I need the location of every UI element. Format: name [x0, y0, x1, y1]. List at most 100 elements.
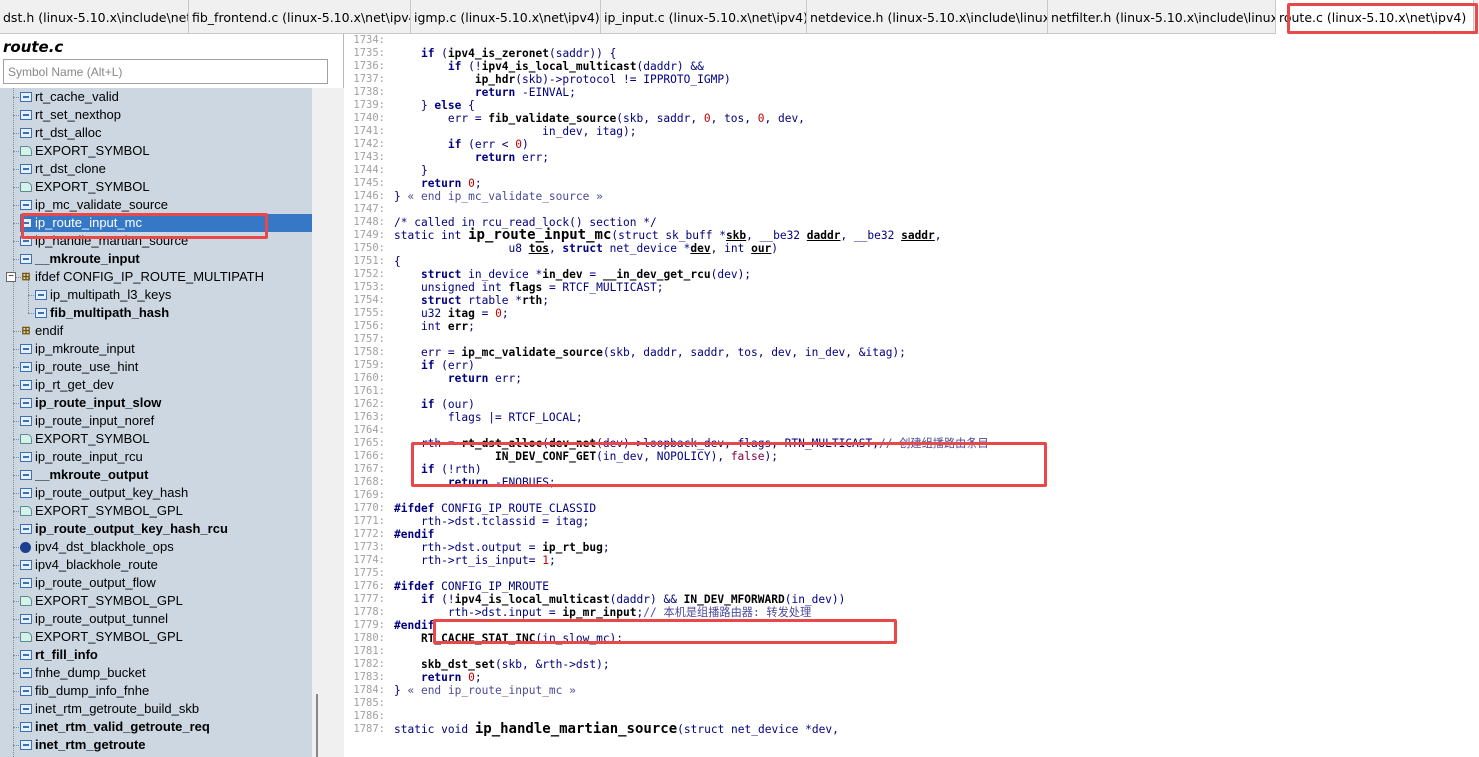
code-line: err = ip_mc_validate_source(skb, daddr, … [394, 346, 906, 359]
symbol-item[interactable]: ⊞ endif [0, 322, 312, 340]
collapse-toggle-icon[interactable]: − [6, 272, 16, 282]
line-number: 1744: [353, 164, 385, 176]
function-icon [20, 218, 32, 228]
symbol-item[interactable]: ip_route_input_rcu [0, 448, 312, 466]
symbol-item[interactable]: ipv4_blackhole_route [0, 556, 312, 574]
code-line: #ifdef CONFIG_IP_MROUTE [394, 580, 549, 593]
symbol-item[interactable]: EXPORT_SYMBOL_GPL [0, 628, 312, 646]
symbol-label: ipv4_dst_blackhole_ops [35, 539, 174, 554]
symbol-label: ip_route_input_mc [35, 215, 142, 230]
line-number: 1772: [353, 528, 385, 540]
symbol-item[interactable]: ip_route_output_key_hash [0, 484, 312, 502]
symbol-item[interactable]: ip_route_input_noref [0, 412, 312, 430]
symbol-list: rt_cache_valid rt_set_nexthop rt_dst_alloc… [0, 88, 312, 757]
close-tab-icon[interactable]: ✕ [1472, 11, 1473, 25]
symbol-item[interactable]: inet_rtm_getroute [0, 736, 312, 754]
symbol-panel: route.c rt_cache_valid rt_set_nexthop rt_d… [0, 34, 344, 757]
symbol-item[interactable]: rt_dst_alloc [0, 124, 312, 142]
symbol-item[interactable]: EXPORT_SYMBOL_GPL [0, 502, 312, 520]
symbol-item[interactable]: ipv4_dst_blackhole_ops [0, 538, 312, 556]
symbol-item[interactable]: ip_mc_validate_source [0, 196, 312, 214]
symbol-item[interactable]: EXPORT_SYMBOL [0, 178, 312, 196]
line-number: 1769: [353, 489, 385, 501]
symbol-label: rt_set_nexthop [35, 107, 122, 122]
tab-netfilter-h[interactable]: netfilter.h (linux-5.10.x\include\linux) [1048, 0, 1276, 34]
function-icon [20, 578, 32, 588]
function-icon [20, 362, 32, 372]
symbol-label: EXPORT_SYMBOL [35, 431, 150, 446]
line-number: 1766: [353, 450, 385, 462]
symbol-item[interactable]: __mkroute_output [0, 466, 312, 484]
line-number: 1743: [353, 151, 385, 163]
symbol-item[interactable]: rt_fill_info [0, 646, 312, 664]
code-line: ip_hdr(skb)->protocol != IPPROTO_IGMP) [474, 73, 731, 86]
ifdef-icon: ⊞ [21, 325, 31, 337]
code-line: rth->dst.input = ip_mr_input;// 本机是组播路由器… [394, 606, 812, 619]
line-number: 1735: [353, 47, 385, 59]
symbol-item[interactable]: inet_rtm_getroute_build_skb [0, 700, 312, 718]
function-icon [20, 722, 32, 732]
symbol-item[interactable]: rt_set_nexthop [0, 106, 312, 124]
symbol-item[interactable]: ip_route_output_key_hash_rcu [0, 520, 312, 538]
code-line: if (err) [420, 359, 475, 372]
code-editor[interactable]: 1734: 1735: 1736: 1737: 1738: 1739: 1740: 1741:… [345, 34, 1479, 757]
scrollbar-thumb[interactable] [316, 694, 318, 757]
symbol-item[interactable]: fnhe_dump_bucket [0, 664, 312, 682]
tab-dst-h[interactable]: dst.h (linux-5.10.x\include\net) [0, 0, 189, 34]
symbol-item[interactable]: rt_cache_valid [0, 88, 312, 106]
macro-icon [20, 506, 32, 516]
symbol-item[interactable]: ip_rt_get_dev [0, 376, 312, 394]
tab-label: netdevice.h (linux-5.10.x\include\linux) [810, 10, 1048, 25]
function-icon [20, 452, 32, 462]
symbol-item[interactable]: __mkroute_input [0, 250, 312, 268]
function-icon [20, 416, 32, 426]
line-number: 1761: [353, 385, 385, 397]
line-number: 1785: [353, 697, 385, 709]
code-line: static int ip_route_input_mc(struct sk_b… [394, 227, 942, 243]
symbol-item[interactable]: ip_route_input_slow [0, 394, 312, 412]
symbol-item[interactable]: rt_dst_clone [0, 160, 312, 178]
line-number: 1768: [353, 476, 385, 488]
tab-route-c[interactable]: route.c (linux-5.10.x\net\ipv4) ✕ [1276, 0, 1474, 35]
symbol-label: fib_multipath_hash [50, 305, 170, 320]
symbol-label: ip_multipath_l3_keys [50, 287, 172, 302]
symbol-label: ip_route_input_slow [35, 395, 162, 410]
symbol-item[interactable]: ip_handle_martian_source [0, 232, 312, 250]
line-number: 1755: [353, 307, 385, 319]
tab-netdevice-h[interactable]: netdevice.h (linux-5.10.x\include\linux) [807, 0, 1048, 34]
symbol-item[interactable]: ip_route_output_tunnel [0, 610, 312, 628]
tab-igmp-c[interactable]: igmp.c (linux-5.10.x\net\ipv4) [411, 0, 601, 34]
function-icon [20, 650, 32, 660]
symbol-item[interactable]: EXPORT_SYMBOL [0, 430, 312, 448]
code-line: return err; [474, 151, 549, 164]
line-number: 1752: [353, 268, 385, 280]
symbol-item[interactable]: − ⊞ ifdef CONFIG_IP_ROUTE_MULTIPATH [0, 268, 312, 286]
symbol-item[interactable]: ip_route_output_flow [0, 574, 312, 592]
code-line: rth->rt_is_input= 1; [394, 554, 556, 567]
symbol-item[interactable]: ip_route_input_mc [13, 214, 312, 232]
symbol-item[interactable]: EXPORT_SYMBOL [0, 142, 312, 160]
symbol-search-input[interactable] [3, 59, 328, 84]
tab-fib_frontend-c[interactable]: fib_frontend.c (linux-5.10.x\net\ipv4) [189, 0, 411, 34]
macro-icon [20, 596, 32, 606]
symbol-label: ip_route_output_tunnel [35, 611, 169, 626]
symbol-item[interactable]: fib_dump_info_fnhe [0, 682, 312, 700]
line-number: 1757: [353, 333, 385, 345]
line-number: 1774: [353, 554, 385, 566]
function-icon [20, 200, 32, 210]
line-number: 1778: [353, 606, 385, 618]
symbol-item[interactable]: inet_rtm_valid_getroute_req [0, 718, 312, 736]
code-line: } « end ip_route_input_mc » [394, 684, 576, 697]
tab-label: fib_frontend.c (linux-5.10.x\net\ipv4) [192, 10, 411, 25]
line-number: 1740: [353, 112, 385, 124]
symbol-item[interactable]: EXPORT_SYMBOL_GPL [0, 592, 312, 610]
symbol-item[interactable]: ip_mkroute_input [0, 340, 312, 358]
symbol-item[interactable]: fib_multipath_hash [0, 304, 312, 322]
function-icon [20, 668, 32, 678]
symbol-list-scrollbar[interactable] [312, 88, 344, 757]
tab-ip_input-c[interactable]: ip_input.c (linux-5.10.x\net\ipv4) [601, 0, 807, 34]
symbol-item[interactable]: ip_route_use_hint [0, 358, 312, 376]
symbol-item[interactable]: ip_multipath_l3_keys [0, 286, 312, 304]
symbol-label: ip_mkroute_input [35, 341, 135, 356]
line-number: 1780: [353, 632, 385, 644]
